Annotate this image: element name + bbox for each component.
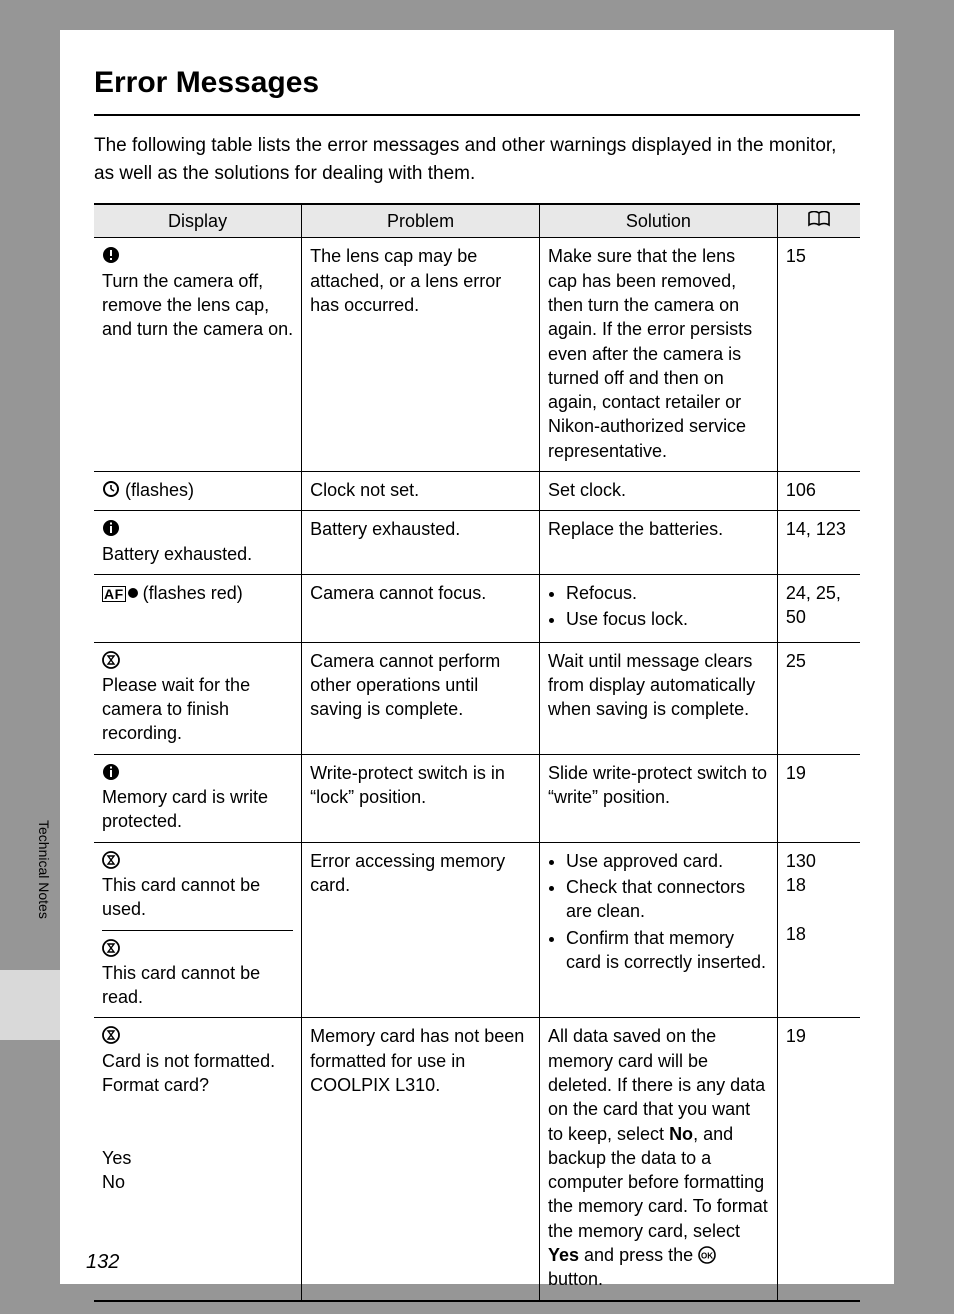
- table-row: (flashes)Clock not set.Set clock.106: [94, 472, 860, 511]
- table-row: This card cannot be used.This card canno…: [94, 842, 860, 1018]
- problem-cell: Camera cannot perform other operations u…: [302, 642, 540, 754]
- svg-text:OK: OK: [701, 1252, 713, 1261]
- solution-cell: Set clock.: [539, 472, 777, 511]
- display-cell: AF (flashes red): [94, 574, 302, 642]
- reference-cell: 106: [777, 472, 860, 511]
- table-row: Please wait for the camera to finish rec…: [94, 642, 860, 754]
- page-title: Error Messages: [94, 66, 860, 100]
- solution-cell: Make sure that the lens cap has been rem…: [539, 238, 777, 472]
- page-body: Error Messages The following table lists…: [60, 30, 894, 1284]
- page-number: 132: [86, 1251, 119, 1274]
- display-cell: Turn the camera off, remove the lens cap…: [94, 238, 302, 472]
- reference-cell: 13018 18: [777, 842, 860, 1018]
- table-row: AF (flashes red)Camera cannot focus.Refo…: [94, 574, 860, 642]
- table-row: Turn the camera off, remove the lens cap…: [94, 238, 860, 472]
- display-cell: Please wait for the camera to finish rec…: [94, 642, 302, 754]
- solution-cell: All data saved on the memory card will b…: [539, 1018, 777, 1301]
- title-rule: [94, 114, 860, 116]
- header-solution: Solution: [539, 204, 777, 238]
- table-row: Memory card is write protected.Write-pro…: [94, 754, 860, 842]
- table-row: Battery exhausted.Battery exhausted.Repl…: [94, 511, 860, 575]
- solution-cell: Slide write-protect switch to “write” po…: [539, 754, 777, 842]
- solution-cell: Wait until message clears from display a…: [539, 642, 777, 754]
- header-reference: [777, 204, 860, 238]
- problem-cell: Write-protect switch is in “lock” positi…: [302, 754, 540, 842]
- reference-cell: 19: [777, 754, 860, 842]
- error-table: Display Problem Solution Turn the camera…: [94, 203, 860, 1302]
- display-cell: Battery exhausted.: [94, 511, 302, 575]
- section-side-label: Technical Notes: [36, 820, 52, 919]
- display-cell: Memory card is write protected.: [94, 754, 302, 842]
- display-cell: (flashes): [94, 472, 302, 511]
- solution-cell: Use approved card.Check that connectors …: [539, 842, 777, 1018]
- header-problem: Problem: [302, 204, 540, 238]
- reference-cell: 24, 25, 50: [777, 574, 860, 642]
- intro-paragraph: The following table lists the error mess…: [94, 132, 860, 187]
- problem-cell: Battery exhausted.: [302, 511, 540, 575]
- header-display: Display: [94, 204, 302, 238]
- display-cell: Card is not formatted. Format card?YesNo: [94, 1018, 302, 1301]
- problem-cell: Error accessing memory card.: [302, 842, 540, 1018]
- book-icon: [807, 211, 831, 227]
- problem-cell: Memory card has not been formatted for u…: [302, 1018, 540, 1301]
- solution-cell: Refocus.Use focus lock.: [539, 574, 777, 642]
- problem-cell: The lens cap may be attached, or a lens …: [302, 238, 540, 472]
- reference-cell: 19: [777, 1018, 860, 1301]
- problem-cell: Clock not set.: [302, 472, 540, 511]
- reference-cell: 25: [777, 642, 860, 754]
- section-tab: [0, 970, 60, 1040]
- problem-cell: Camera cannot focus.: [302, 574, 540, 642]
- solution-cell: Replace the batteries.: [539, 511, 777, 575]
- table-header-row: Display Problem Solution: [94, 204, 860, 238]
- display-cell: This card cannot be used.This card canno…: [94, 842, 302, 1018]
- table-row: Card is not formatted. Format card?YesNo…: [94, 1018, 860, 1301]
- reference-cell: 15: [777, 238, 860, 472]
- reference-cell: 14, 123: [777, 511, 860, 575]
